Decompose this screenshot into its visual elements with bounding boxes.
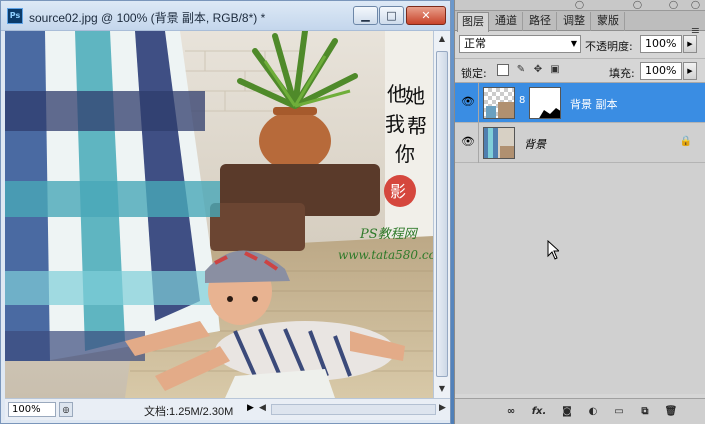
close-button[interactable]: ✕: [406, 6, 446, 25]
photoshop-icon: Ps: [7, 8, 23, 24]
tab-masks[interactable]: 蒙版: [592, 12, 625, 31]
chevron-down-icon: ▼: [570, 39, 577, 48]
tab-layers[interactable]: 图层: [457, 12, 489, 32]
fill-slider-icon[interactable]: ▶: [683, 62, 697, 80]
suitcase-bottom: [210, 203, 305, 251]
tab-channels[interactable]: 通道: [490, 12, 523, 31]
photoshop-window: Ps source02.jpg @ 100% (背景 副本, RGB/8*) *…: [0, 0, 705, 424]
dock-icon[interactable]: ◯: [669, 0, 678, 9]
fill-field[interactable]: 100%: [640, 62, 682, 80]
scroll-up-icon[interactable]: ▲: [434, 31, 450, 47]
opacity-field[interactable]: 100%: [640, 35, 682, 53]
scroll-right-icon[interactable]: ▶: [439, 403, 446, 413]
blend-mode-value: 正常: [464, 37, 486, 50]
mouse-cursor-icon: [547, 240, 559, 260]
vertical-scrollbar[interactable]: ▲ ▼: [433, 31, 450, 398]
link-icon[interactable]: ∞: [503, 405, 519, 419]
fill-label: 填充:: [609, 67, 635, 80]
new-layer-icon[interactable]: ⧉: [637, 405, 653, 419]
tab-adjustments[interactable]: 调整: [558, 12, 591, 31]
svg-text:影: 影: [390, 182, 406, 201]
status-bar: 100% ◎ 文档:1.25M/2.30M ▶ ◀ ▶: [5, 398, 450, 420]
panel-tabs: 图层 通道 路径 调整 蒙版 ≡: [455, 11, 705, 37]
fx-icon[interactable]: fx.: [531, 405, 547, 419]
lock-move-icon[interactable]: ✥: [532, 64, 544, 76]
tab-paths[interactable]: 路径: [524, 12, 557, 31]
document-size-info: 文档:1.25M/2.30M: [144, 406, 234, 418]
svg-text:你: 你: [395, 142, 415, 166]
scroll-down-icon[interactable]: ▼: [434, 381, 450, 397]
document-title: source02.jpg @ 100% (背景 副本, RGB/8*) *: [29, 11, 266, 25]
panel-bottom-toolbar: ∞ fx. ◙ ◐ ▭ ⧉ 🗑: [455, 398, 705, 424]
layer-name: 背景 副本: [570, 98, 618, 111]
blend-opacity-row: 正常 ▼ 不透明度: 100% ▶: [455, 31, 705, 57]
horizontal-scrollbar[interactable]: [271, 404, 436, 415]
lock-brush-icon[interactable]: ✎: [515, 64, 527, 76]
maximize-button[interactable]: □: [379, 6, 404, 25]
layer-thumbnail[interactable]: [483, 127, 515, 159]
layer-mask-thumbnail[interactable]: [529, 87, 561, 119]
layer-row-background-copy[interactable]: 👁 8 背景 副本: [455, 83, 705, 123]
document-window: Ps source02.jpg @ 100% (背景 副本, RGB/8*) *…: [0, 0, 451, 424]
lock-icon: 🔒: [679, 136, 692, 147]
dock-icon[interactable]: ◯: [575, 0, 584, 9]
layers-list: 👁 8 背景 副本 👁 背景 🔒: [455, 82, 705, 394]
dock-icon[interactable]: ◯: [691, 0, 700, 9]
panel-dock-strip: ◯ ◯ ◯ ◯: [455, 0, 705, 11]
svg-text:PS教程网: PS教程网: [359, 227, 419, 242]
mask-icon[interactable]: ◙: [559, 405, 575, 419]
image-canvas[interactable]: 他 她 我 帮 你 影 PS教程网 www.tata580.com: [5, 31, 433, 398]
trash-icon[interactable]: 🗑: [663, 405, 679, 419]
photo-illustration: 他 她 我 帮 你 影 PS教程网 www.tata580.com: [5, 31, 433, 398]
lock-transparency-icon[interactable]: [497, 64, 509, 76]
svg-text:我: 我: [385, 112, 405, 136]
lock-all-icon[interactable]: ▣: [549, 64, 561, 76]
layer-thumbnail[interactable]: [483, 87, 515, 119]
opacity-slider-icon[interactable]: ▶: [683, 35, 697, 53]
dock-icon[interactable]: ◯: [633, 0, 642, 9]
document-titlebar[interactable]: Ps source02.jpg @ 100% (背景 副本, RGB/8*) *…: [1, 1, 450, 31]
svg-text:www.tata580.com: www.tata580.com: [338, 248, 433, 262]
scroll-left-icon[interactable]: ◀: [259, 403, 266, 413]
layer-row-background[interactable]: 👁 背景 🔒: [455, 123, 705, 163]
svg-text:帮: 帮: [407, 114, 427, 138]
layers-panel: ◯ ◯ ◯ ◯ 图层 通道 路径 调整 蒙版 ≡ 正常 ▼ 不透明度: 100%…: [454, 0, 705, 424]
navigator-icon[interactable]: ◎: [59, 402, 73, 417]
lock-label: 锁定:: [461, 67, 487, 80]
svg-text:他: 他: [387, 82, 407, 106]
status-menu-arrow-icon[interactable]: ▶: [247, 403, 254, 413]
adjustment-icon[interactable]: ◐: [585, 405, 601, 419]
scroll-thumb[interactable]: [436, 51, 448, 377]
blend-mode-select[interactable]: 正常 ▼: [459, 35, 581, 53]
opacity-label: 不透明度:: [585, 40, 633, 53]
eye-icon[interactable]: 👁: [460, 135, 476, 149]
layer-name: 背景: [524, 138, 546, 151]
group-icon[interactable]: ▭: [611, 405, 627, 419]
minimize-button[interactable]: ▁: [353, 6, 378, 25]
svg-text:她: 她: [405, 84, 425, 108]
zoom-level-field[interactable]: 100%: [8, 402, 56, 417]
lock-fill-row: 锁定: ✎ ✥ ▣ 填充: 100% ▶: [455, 58, 705, 82]
eye-icon[interactable]: 👁: [460, 95, 476, 109]
mask-link-icon[interactable]: 8: [519, 95, 525, 106]
